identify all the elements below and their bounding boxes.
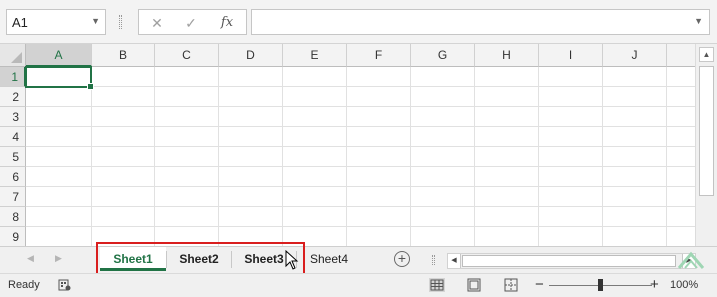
tab-scroll-left-icon[interactable]: ◀ [27,253,34,264]
zoom-slider-thumb[interactable] [598,279,603,291]
status-bar: Ready − + 100% [0,273,717,297]
grid-line [154,67,155,246]
grid-line [26,166,695,167]
add-sheet-icon[interactable]: + [394,251,410,267]
chevron-down-icon[interactable]: ▼ [91,16,100,26]
column-header-h[interactable]: H [475,44,539,67]
column-header-a[interactable]: A [26,44,92,67]
column-header-c[interactable]: C [155,44,219,67]
formula-bar-area: A1 ▼ ✕ ✓ fx ▼ [0,0,717,44]
grid-line [91,67,92,246]
grid-line [346,67,347,246]
macro-record-icon[interactable] [58,279,71,291]
sheet-tab-bar: ◀ ▶ Sheet1 Sheet2 Sheet3 Sheet4 + ◀ ▶ [0,242,717,275]
row-header-9[interactable]: 9 [0,227,26,246]
function-icon[interactable]: fx [215,13,239,33]
horizontal-scroll-thumb[interactable] [462,255,676,267]
column-header-f[interactable]: F [347,44,411,67]
vertical-scrollbar[interactable]: ▲ [695,44,717,246]
normal-view-icon[interactable] [429,278,445,292]
grid-line [602,67,603,246]
sheet-tab-sheet4[interactable]: Sheet4 [300,247,358,271]
cancel-icon[interactable]: ✕ [145,13,169,33]
sheet-tab-sheet2[interactable]: Sheet2 [167,247,231,271]
grid-line [666,67,667,246]
grid-line [474,67,475,246]
grid-line [26,226,695,227]
status-ready: Ready [8,279,40,291]
vertical-scroll-thumb[interactable] [699,66,714,196]
column-header-e[interactable]: E [283,44,347,67]
row-header-5[interactable]: 5 [0,147,26,167]
grid-line [410,67,411,246]
mouse-cursor-icon [285,250,299,270]
grid-line [26,206,695,207]
zoom-out-icon[interactable]: − [535,276,544,293]
row-header-6[interactable]: 6 [0,167,26,187]
page-break-view-icon[interactable] [503,278,519,292]
grid-line [218,67,219,246]
tab-split-grip[interactable] [432,255,435,265]
function-icon-label: fx [220,15,234,30]
formula-bar-grip[interactable] [119,15,122,29]
column-header-partial[interactable] [667,44,695,67]
grid-line [538,67,539,246]
name-box[interactable]: A1 ▼ [6,9,106,35]
grid-line [282,67,283,246]
active-cell-a1[interactable] [25,66,94,90]
zoom-level[interactable]: 100% [670,279,698,291]
sheet-tab-sheet1[interactable]: Sheet1 [100,247,166,271]
row-header-2[interactable]: 2 [0,87,26,107]
row-header-4[interactable]: 4 [0,127,26,147]
column-header-b[interactable]: B [92,44,155,67]
horizontal-scrollbar[interactable]: ◀ ▶ [447,253,696,269]
formula-buttons: ✕ ✓ fx [138,9,247,35]
grid-line [26,186,695,187]
page-layout-view-icon[interactable] [466,278,482,292]
watermark-logo-icon [677,251,705,269]
enter-icon[interactable]: ✓ [179,13,203,33]
scroll-left-icon[interactable]: ◀ [448,254,461,268]
column-header-g[interactable]: G [411,44,475,67]
grid-line [26,106,695,107]
tab-scroll-right-icon[interactable]: ▶ [55,253,62,264]
column-header-j[interactable]: J [603,44,667,67]
row-header-7[interactable]: 7 [0,187,26,207]
formula-input[interactable]: ▼ [251,9,710,35]
column-header-i[interactable]: I [539,44,603,67]
scroll-up-icon[interactable]: ▲ [699,47,714,62]
select-all-button[interactable] [0,44,26,67]
name-box-value: A1 [12,15,28,30]
grid-line [26,126,695,127]
worksheet-grid[interactable]: A B C D E F G H I J 1 2 3 4 5 6 7 8 9 [0,44,695,246]
column-header-d[interactable]: D [219,44,283,67]
row-header-8[interactable]: 8 [0,207,26,227]
chevron-down-icon[interactable]: ▼ [694,16,703,26]
row-header-1[interactable]: 1 [0,67,26,87]
zoom-in-icon[interactable]: + [650,276,659,293]
grid-line [26,86,695,87]
grid-line [26,146,695,147]
row-header-3[interactable]: 3 [0,107,26,127]
